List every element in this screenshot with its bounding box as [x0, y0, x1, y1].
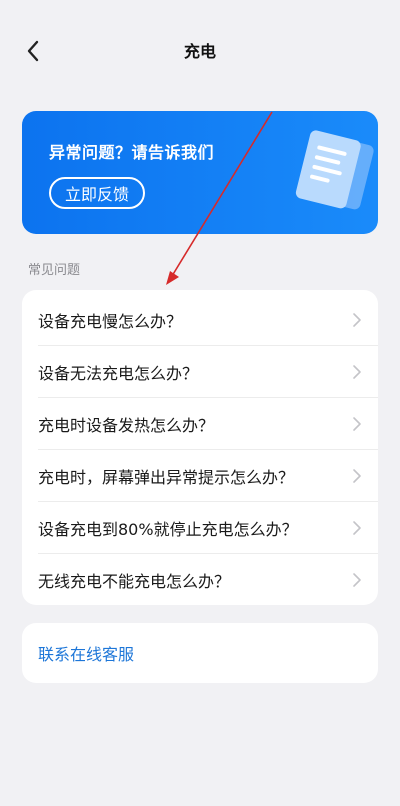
faq-item-slow-charging[interactable]: 设备充电慢怎么办？ — [38, 294, 378, 345]
contact-support-label: 联系在线客服 — [38, 645, 135, 664]
faq-item-label: 设备充电慢怎么办？ — [38, 311, 183, 331]
faq-item-overheating[interactable]: 充电时设备发热怎么办？ — [38, 397, 378, 449]
header: 充电 — [0, 0, 400, 100]
banner-title: 异常问题？请告诉我们 — [49, 143, 215, 162]
chevron-right-icon — [353, 572, 361, 587]
faq-item-cannot-charge[interactable]: 设备无法充电怎么办？ — [38, 345, 378, 397]
faq-item-label: 无线充电不能充电怎么办？ — [38, 571, 231, 591]
faq-section-label: 常见问题 — [28, 263, 81, 278]
faq-item-label: 设备充电到80%就停止充电怎么办？ — [38, 519, 298, 539]
page-title: 充电 — [183, 42, 216, 61]
feedback-button[interactable]: 立即反馈 — [49, 177, 145, 209]
faq-item-wireless-charging[interactable]: 无线充电不能充电怎么办？ — [38, 553, 378, 605]
chevron-right-icon — [353, 416, 361, 431]
faq-item-label: 充电时设备发热怎么办？ — [38, 415, 215, 435]
chevron-right-icon — [353, 312, 361, 327]
chevron-right-icon — [353, 520, 361, 535]
faq-list: 设备充电慢怎么办？ 设备无法充电怎么办？ 充电时设备发热怎么办？ 充电时，屏幕弹… — [22, 290, 378, 605]
faq-item-label: 充电时，屏幕弹出异常提示怎么办？ — [38, 467, 295, 487]
document-icon — [295, 130, 374, 210]
faq-item-error-prompt[interactable]: 充电时，屏幕弹出异常提示怎么办？ — [38, 449, 378, 501]
faq-item-stops-at-80[interactable]: 设备充电到80%就停止充电怎么办？ — [38, 501, 378, 553]
contact-support-button[interactable]: 联系在线客服 — [22, 623, 378, 683]
feedback-banner[interactable]: 异常问题？请告诉我们 立即反馈 — [22, 111, 378, 234]
chevron-right-icon — [353, 364, 361, 379]
faq-item-label: 设备无法充电怎么办？ — [38, 363, 199, 383]
chevron-right-icon — [353, 468, 361, 483]
